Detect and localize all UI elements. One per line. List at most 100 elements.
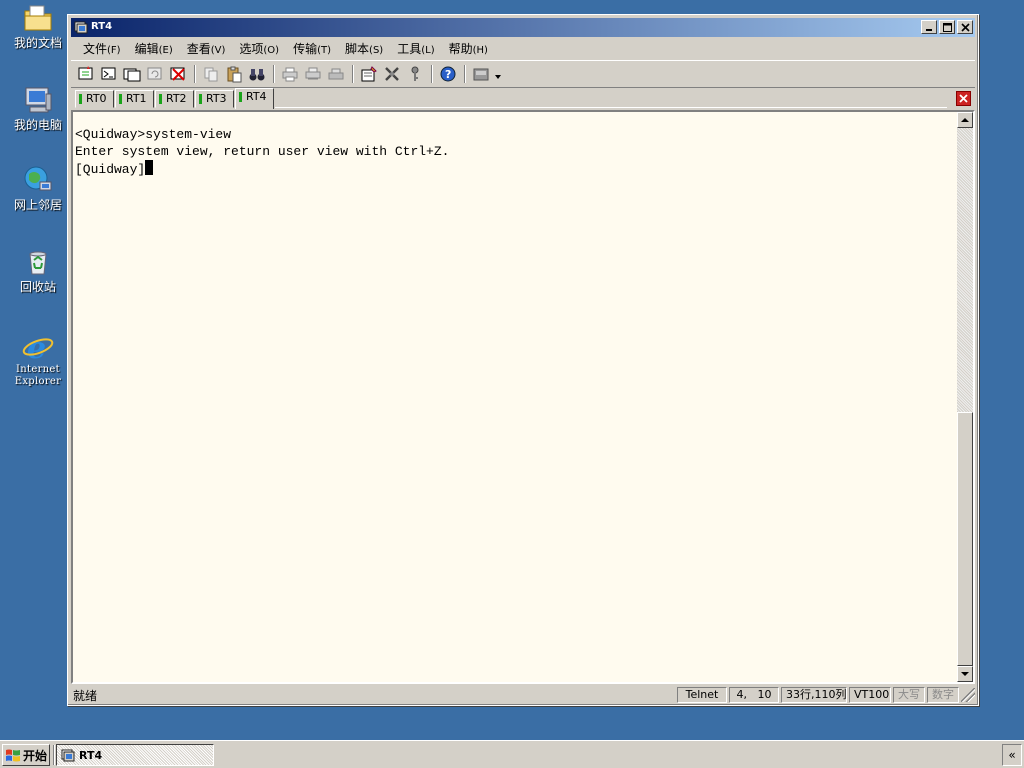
print-icon xyxy=(282,67,298,81)
tray-chevron: « xyxy=(1008,748,1016,762)
menu-mnemonic: (O) xyxy=(263,44,280,56)
menu-label: 工具 xyxy=(397,41,422,56)
terminal-area[interactable]: <Quidway>system-view Enter system view, r… xyxy=(71,110,975,684)
menu-transfer[interactable]: 传输(T) xyxy=(289,40,339,57)
menu-mnemonic: (H) xyxy=(472,44,488,56)
menu-options[interactable]: 选项(O) xyxy=(235,40,287,57)
scroll-down-button[interactable] xyxy=(957,666,973,682)
connect-button[interactable] xyxy=(75,63,97,85)
desktop-icon-recycle-bin[interactable]: 回收站 xyxy=(8,246,68,294)
status-caps-lock: 大写 xyxy=(893,687,925,703)
key-icon xyxy=(411,66,419,81)
status-emulation: VT100 xyxy=(849,687,891,703)
svg-text:?: ? xyxy=(445,68,451,81)
reconnect-button[interactable] xyxy=(144,63,166,85)
find-button[interactable] xyxy=(246,63,268,85)
help-icon: ? xyxy=(440,66,456,81)
desktop-icon-internet-explorer[interactable]: e Internet Explorer xyxy=(8,330,68,388)
paste-icon xyxy=(227,66,242,82)
connect-icon xyxy=(78,65,93,79)
menu-label: 文件 xyxy=(83,41,108,56)
menu-bar: 文件(F) 编辑(E) 查看(V) 选项(O) 传输(T) 脚本(S) 工具(L… xyxy=(71,38,975,58)
resize-grip[interactable] xyxy=(961,688,975,702)
tab-rt2[interactable]: RT2 xyxy=(155,90,194,108)
tab-rt1[interactable]: RT1 xyxy=(115,90,154,108)
keyboard-button[interactable] xyxy=(470,63,492,85)
menu-mnemonic: (F) xyxy=(107,44,121,56)
close-tab-button[interactable] xyxy=(956,91,971,106)
arrow-up-icon xyxy=(961,118,969,122)
menu-mnemonic: (T) xyxy=(317,44,332,56)
toolbar-separator xyxy=(273,64,275,83)
window-title: RT4 xyxy=(91,21,113,32)
copy-icon xyxy=(204,67,218,81)
status-bar: 就绪 Telnet 4, 10 33行,110列 VT100 大写 数字 xyxy=(71,686,975,704)
print-selection-button[interactable] xyxy=(302,63,324,85)
toolbar: ? xyxy=(71,60,975,86)
tab-label: RT3 xyxy=(206,92,227,105)
vertical-scrollbar[interactable] xyxy=(957,112,973,682)
menu-script[interactable]: 脚本(S) xyxy=(341,40,391,57)
copy-button[interactable] xyxy=(200,63,222,85)
session-options-button[interactable] xyxy=(358,63,380,85)
quick-connect-button[interactable] xyxy=(98,63,120,85)
tab-baseline xyxy=(275,107,947,108)
menu-tools[interactable]: 工具(L) xyxy=(393,40,442,57)
scroll-up-button[interactable] xyxy=(957,112,973,128)
terminal-output[interactable]: <Quidway>system-view Enter system view, r… xyxy=(75,126,955,682)
tab-label: RT2 xyxy=(166,92,187,105)
menu-view[interactable]: 查看(V) xyxy=(183,40,234,57)
paste-button[interactable] xyxy=(223,63,245,85)
desktop-icon-label: 我的电脑 xyxy=(13,118,62,132)
toolbar-separator xyxy=(464,64,466,83)
maximize-button[interactable] xyxy=(939,20,955,34)
connect-tab-icon xyxy=(123,68,141,81)
disconnect-button[interactable] xyxy=(167,63,189,85)
tray-expand-button[interactable]: « xyxy=(1002,744,1022,766)
my-documents-icon xyxy=(22,2,54,34)
print-button[interactable] xyxy=(279,63,301,85)
menu-label: 脚本 xyxy=(345,41,370,56)
keyboard-icon xyxy=(473,68,489,80)
start-button[interactable]: 开始 xyxy=(2,744,50,766)
scrollbar-thumb[interactable] xyxy=(957,412,973,666)
tab-rt3[interactable]: RT3 xyxy=(195,90,234,108)
help-button[interactable]: ? xyxy=(437,63,459,85)
close-button[interactable] xyxy=(957,20,973,34)
menu-edit[interactable]: 编辑(E) xyxy=(131,40,181,57)
taskbar-item-label: RT4 xyxy=(79,748,103,762)
main-window: RT4 文件(F) 编辑(E) 查看(V) 选项(O) 传输(T) 脚本(S) … xyxy=(67,14,979,706)
minimize-button[interactable] xyxy=(921,20,937,34)
toolbar-overflow-button[interactable] xyxy=(493,63,503,85)
tab-rt4[interactable]: RT4 xyxy=(235,88,274,109)
text-cursor xyxy=(145,160,154,175)
taskbar-item-rt4[interactable]: RT4 xyxy=(56,744,214,766)
menu-mnemonic: (E) xyxy=(158,44,173,56)
desktop-icon-network[interactable]: 网上邻居 xyxy=(8,164,68,212)
connect-tab-button[interactable] xyxy=(121,63,143,85)
network-icon xyxy=(22,164,54,196)
tab-rt0[interactable]: RT0 xyxy=(75,90,114,108)
menu-file[interactable]: 文件(F) xyxy=(79,40,129,57)
desktop-icon-my-documents[interactable]: 我的文档 xyxy=(8,2,68,50)
terminal-line: <Quidway>system-view xyxy=(75,127,232,142)
app-icon[interactable] xyxy=(74,20,88,34)
internet-explorer-icon: e xyxy=(22,330,54,366)
desktop-icon-my-computer[interactable]: 我的电脑 xyxy=(8,84,68,132)
menu-mnemonic: (L) xyxy=(421,44,435,56)
global-options-button[interactable] xyxy=(381,63,403,85)
desktop-icon-label: 回收站 xyxy=(19,280,56,294)
tab-label: RT1 xyxy=(126,92,147,105)
desktop-icon-label: 网上邻居 xyxy=(13,198,62,212)
print-setup-button[interactable] xyxy=(325,63,347,85)
menu-label: 帮助 xyxy=(448,41,473,56)
menu-label: 查看 xyxy=(186,41,211,56)
windows-logo-icon xyxy=(6,749,20,762)
title-bar[interactable]: RT4 xyxy=(71,18,975,37)
desktop-icon-label-line2: Explorer xyxy=(14,376,62,387)
menu-label: 选项 xyxy=(239,41,264,56)
menu-label: 编辑 xyxy=(134,41,159,56)
chevron-down-icon xyxy=(495,74,501,79)
menu-help[interactable]: 帮助(H) xyxy=(445,40,496,57)
keymap-button[interactable] xyxy=(404,63,426,85)
